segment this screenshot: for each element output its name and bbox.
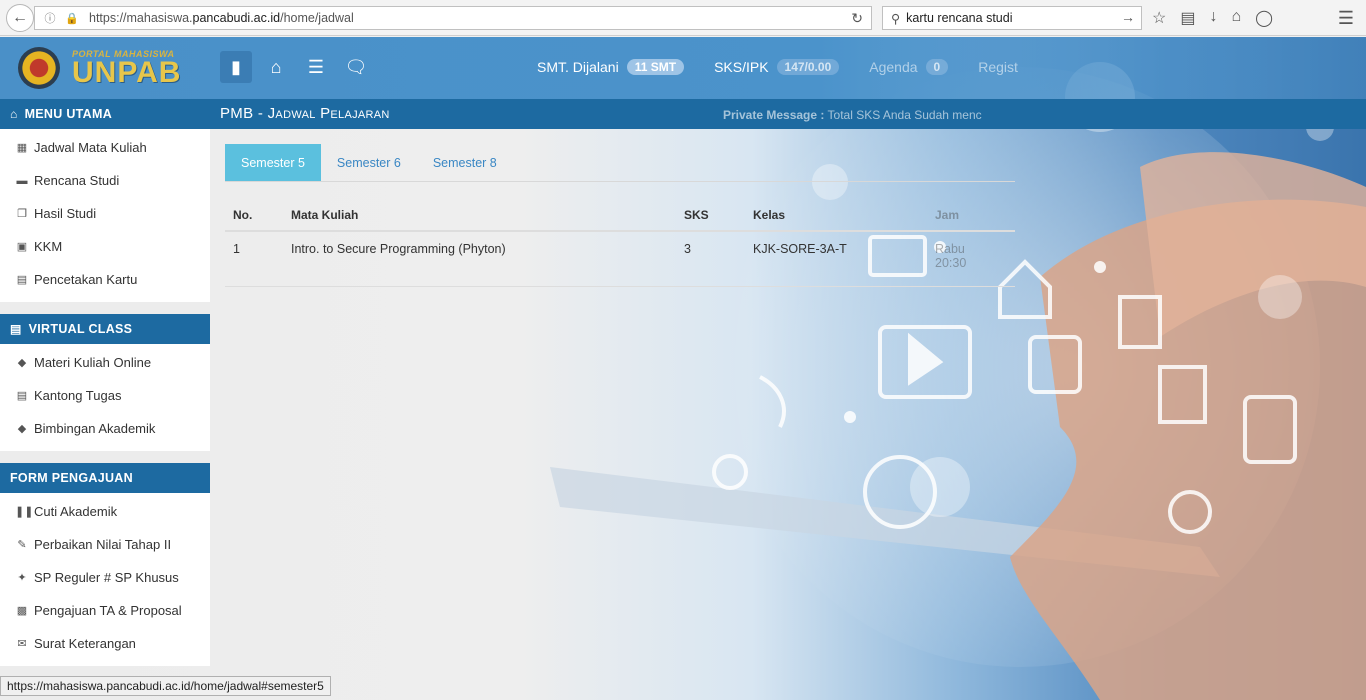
main-content: Semester 5 Semester 6 Semester 8 No. Mat…: [225, 144, 1015, 287]
sks-badge: 147/0.00: [776, 59, 840, 75]
menu-utama-header: ⌂ MENU UTAMA: [0, 99, 210, 129]
download-icon[interactable]: ↓: [1209, 8, 1217, 28]
top-navbar: PORTAL MAHASISWA UNPAB ▮ ⌂ ☰ 🗨 SMT. Dija…: [0, 37, 1366, 99]
inbox-icon: ▤: [16, 390, 28, 402]
header-no: No.: [225, 200, 283, 232]
calendar-icon: ▦: [16, 142, 28, 154]
bookmark-star-icon[interactable]: ☆: [1152, 8, 1166, 28]
list-menu-icon[interactable]: ☰: [300, 51, 332, 83]
background-hand-tablet-illustration: [550, 62, 1366, 700]
copy-icon: ❐: [17, 208, 27, 220]
sidebar-item-bimbingan[interactable]: ◆ Bimbingan Akademik: [0, 412, 210, 445]
pause-icon: ❚❚: [15, 506, 34, 518]
sidebar: ⌂ MENU UTAMA ▦ Jadwal Mata Kuliah ▬ Rencana…: [0, 99, 210, 666]
sidebar-item-surat[interactable]: ✉ Surat Keterangan: [0, 627, 210, 660]
book-icon[interactable]: ▮: [220, 51, 252, 83]
home-icon: ⌂: [10, 107, 18, 121]
chat-icon[interactable]: 🗨: [340, 51, 372, 83]
tab-semester-6[interactable]: Semester 6: [321, 144, 417, 181]
lock-warning-icon[interactable]: 🔒: [65, 11, 79, 25]
pocket-icon[interactable]: ◯: [1255, 8, 1273, 28]
magic-wand-icon: ✦: [17, 572, 27, 584]
form-pengajuan-header: FORM PENGAJUAN: [0, 463, 210, 493]
tab-semester-5[interactable]: Semester 5: [225, 144, 321, 181]
list-alt-icon: ▤: [16, 274, 28, 286]
hamburger-menu-icon[interactable]: ☰: [1338, 8, 1354, 29]
agenda-label[interactable]: Agenda: [869, 59, 917, 75]
regist-label[interactable]: Regist: [978, 59, 1018, 75]
header-mata-kuliah: Mata Kuliah: [283, 200, 676, 232]
smt-badge: 11 SMT: [626, 59, 685, 75]
reading-list-icon[interactable]: ▤: [1180, 8, 1195, 28]
browser-status-bar: https://mahasiswa.pancabudi.ac.id/home/j…: [0, 676, 331, 696]
envelope-icon: ✉: [17, 638, 27, 650]
smt-label: SMT. Dijalani: [537, 59, 619, 75]
credit-card-icon: ▬: [16, 174, 28, 187]
header-sks: SKS: [676, 200, 745, 232]
sidebar-item-sp[interactable]: ✦ SP Reguler # SP Khusus: [0, 561, 210, 594]
private-message[interactable]: Private Message : Total SKS Anda Sudah m…: [723, 108, 982, 122]
sidebar-item-perbaikan-nilai[interactable]: ✎ Perbaikan Nilai Tahap II: [0, 528, 210, 561]
cell-jam: Rabu 20:30: [927, 231, 1015, 287]
tags-icon: ◆: [17, 357, 27, 369]
table-row: 1 Intro. to Secure Programming (Phyton) …: [225, 231, 1015, 287]
reload-icon[interactable]: ↻: [851, 10, 863, 27]
logo-title: UNPAB: [72, 56, 182, 89]
search-input[interactable]: kartu rencana studi: [906, 11, 1012, 25]
sidebar-item-kkm[interactable]: ▣ KKM: [0, 230, 210, 263]
cell-kelas: KJK-SORE-3A-T: [745, 231, 927, 287]
cell-mata-kuliah: Intro. to Secure Programming (Phyton): [283, 231, 676, 287]
unpab-logo[interactable]: PORTAL MAHASISWA UNPAB: [18, 47, 181, 89]
sidebar-item-materi[interactable]: ◆ Materi Kuliah Online: [0, 346, 210, 379]
url-text: https://mahasiswa.pancabudi.ac.id/home/j…: [89, 11, 354, 25]
header-kelas: Kelas: [745, 200, 927, 232]
address-bar[interactable]: ⓘ 🔒 https://mahasiswa.pancabudi.ac.id/ho…: [34, 6, 872, 30]
search-bar[interactable]: ⚲ kartu rencana studi →: [882, 6, 1142, 30]
page-title-bar: PMB - Jadwal Pelajaran Private Message :…: [210, 99, 1366, 129]
virtual-class-header: ▤ VIRTUAL CLASS: [0, 314, 210, 344]
file-icon: ▣: [16, 241, 28, 253]
home-nav-icon[interactable]: ⌂: [260, 51, 292, 83]
book-icon: ▤: [10, 322, 22, 336]
agenda-badge: 0: [925, 59, 949, 75]
back-arrow-icon[interactable]: ←: [6, 3, 34, 32]
sks-label: SKS/IPK: [714, 59, 769, 75]
search-go-arrow-icon[interactable]: →: [1121, 9, 1135, 25]
info-icon[interactable]: ⓘ: [43, 11, 57, 25]
page-title: PMB - Jadwal Pelajaran: [220, 105, 390, 122]
cell-no: 1: [225, 231, 283, 287]
page: PORTAL MAHASISWA UNPAB ▮ ⌂ ☰ 🗨 SMT. Dija…: [0, 37, 1366, 700]
semester-tabs: Semester 5 Semester 6 Semester 8: [225, 144, 1015, 182]
sidebar-item-pengajuan-ta[interactable]: ▩ Pengajuan TA & Proposal: [0, 594, 210, 627]
tab-semester-8[interactable]: Semester 8: [417, 144, 513, 181]
tags-icon: ◆: [17, 423, 27, 435]
sidebar-item-hasil-studi[interactable]: ❐ Hasil Studi: [0, 197, 210, 230]
search-icon: ⚲: [891, 11, 901, 26]
sidebar-item-kantong-tugas[interactable]: ▤ Kantong Tugas: [0, 379, 210, 412]
header-jam: Jam: [927, 200, 1015, 232]
sidebar-item-cuti[interactable]: ❚❚ Cuti Akademik: [0, 495, 210, 528]
edit-icon: ✎: [17, 539, 27, 551]
university-seal-icon: [18, 47, 60, 89]
sidebar-item-rencana-studi[interactable]: ▬ Rencana Studi: [0, 164, 210, 197]
browser-toolbar: ← ⓘ 🔒 https://mahasiswa.pancabudi.ac.id/…: [0, 0, 1366, 36]
cell-sks: 3: [676, 231, 745, 287]
home-icon[interactable]: ⌂: [1231, 8, 1241, 28]
sidebar-item-jadwal[interactable]: ▦ Jadwal Mata Kuliah: [0, 131, 210, 164]
schedule-table: No. Mata Kuliah SKS Kelas Jam 1 Intro. t…: [225, 200, 1015, 287]
briefcase-icon: ▩: [16, 605, 28, 617]
table-header-row: No. Mata Kuliah SKS Kelas Jam: [225, 200, 1015, 232]
sidebar-item-pencetakan-kartu[interactable]: ▤ Pencetakan Kartu: [0, 263, 210, 296]
